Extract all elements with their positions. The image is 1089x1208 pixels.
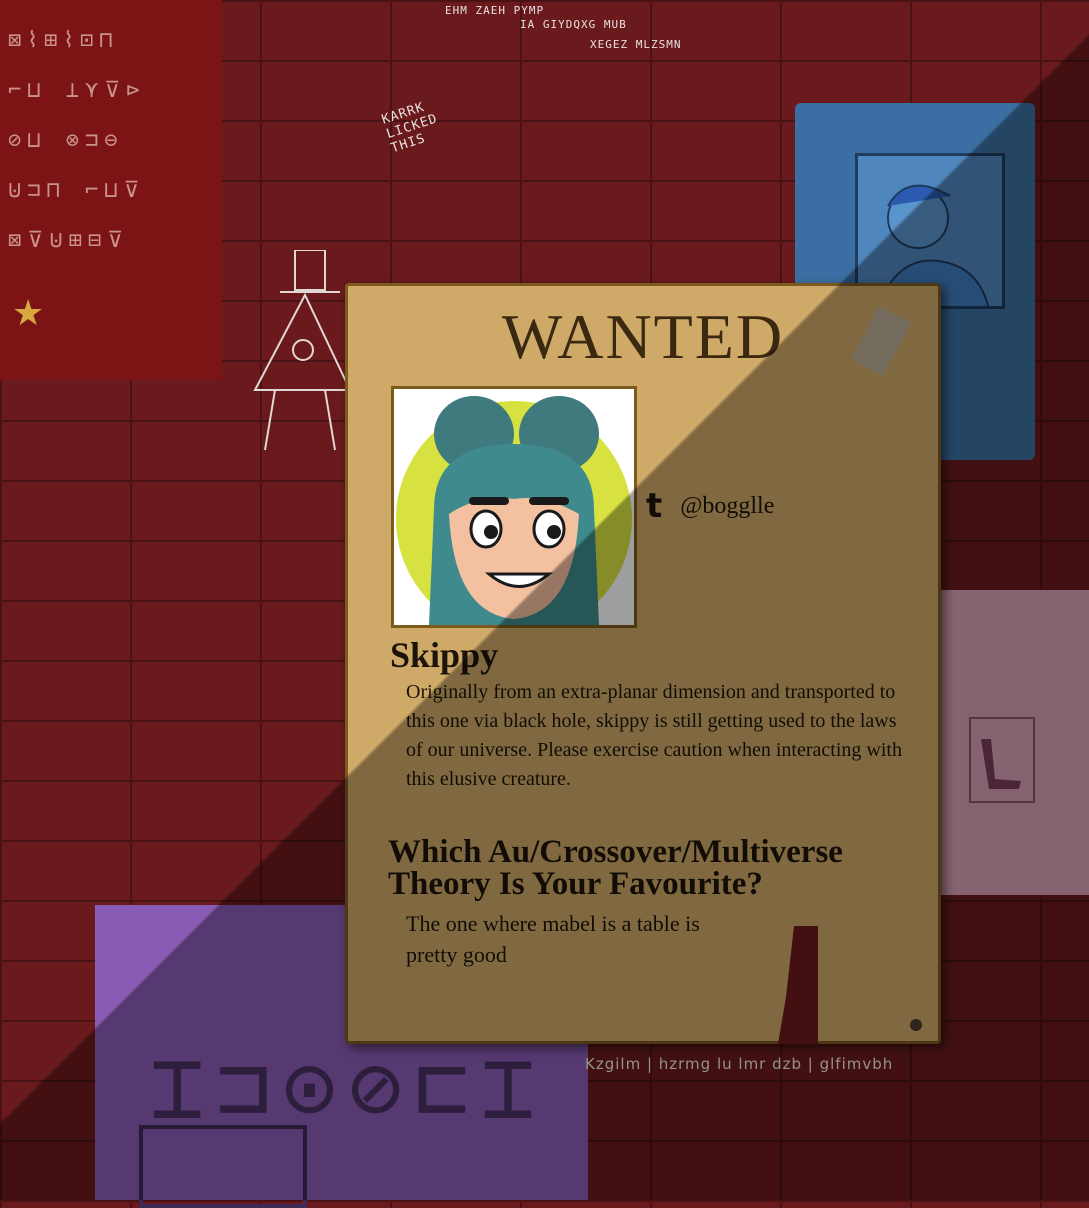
- character-name: Skippy: [390, 635, 499, 675]
- pin-icon: [910, 1019, 922, 1031]
- bottom-cipher-strip: Kzgilm | hzrmg lu lmr dzb | glfimvbh: [585, 1055, 894, 1073]
- poster-title: WANTED: [501, 301, 785, 372]
- character-bio: Originally from an extra-planar dimensio…: [406, 681, 902, 790]
- social-link[interactable]: t @bogglle: [646, 486, 774, 526]
- cipher-glyphs: ⊠⊽⊍⊞⊟⊽: [8, 228, 130, 253]
- wall-cipher-line-2: IA GIYDQXG MUB: [520, 18, 627, 31]
- triangle-character-sketch-icon: [253, 250, 352, 451]
- social-handle: @bogglle: [680, 492, 775, 519]
- cipher-glyphs: ⊠⌇⊞⌇⊡⊓: [8, 28, 119, 53]
- wanted-poster: WANTED t @bogglle Skippy Originally from…: [345, 283, 941, 1044]
- high-heel-drawing-frame: [969, 717, 1035, 803]
- wall-cipher-line-1: EHM ZAEH PYMP: [445, 4, 545, 17]
- purple-frame: [139, 1125, 307, 1208]
- wall-cipher-line-3: XEGEZ MLZSMN: [590, 38, 682, 51]
- pink-cipher-poster: [935, 590, 1089, 895]
- high-heel-icon: [981, 739, 1021, 789]
- cipher-glyphs: ⊍⊐⊓ ⌐⊔⊽: [8, 178, 146, 203]
- red-cipher-poster: ⊠⌇⊞⌇⊡⊓ ⌐⊔ ⊥⋎⊽⊳ ⊘⊔ ⊗⊐⊖ ⊍⊐⊓ ⌐⊔⊽ ⊠⊽⊍⊞⊟⊽ ★: [0, 0, 222, 380]
- question-heading: Which Au/Crossover/Multiverse Theory Is …: [388, 834, 843, 902]
- cipher-glyphs: ⌐⊔ ⊥⋎⊽⊳: [8, 78, 146, 103]
- answer-text: The one where mabel is a table is pretty…: [406, 911, 700, 967]
- starfleet-badge-icon: ★: [12, 293, 45, 333]
- cipher-glyphs: ⊘⊔ ⊗⊐⊖: [8, 128, 124, 153]
- avatar: [391, 386, 637, 628]
- torn-edge: [778, 926, 818, 1044]
- tumblr-icon: t: [646, 486, 663, 526]
- character-avatar-icon: [394, 389, 634, 625]
